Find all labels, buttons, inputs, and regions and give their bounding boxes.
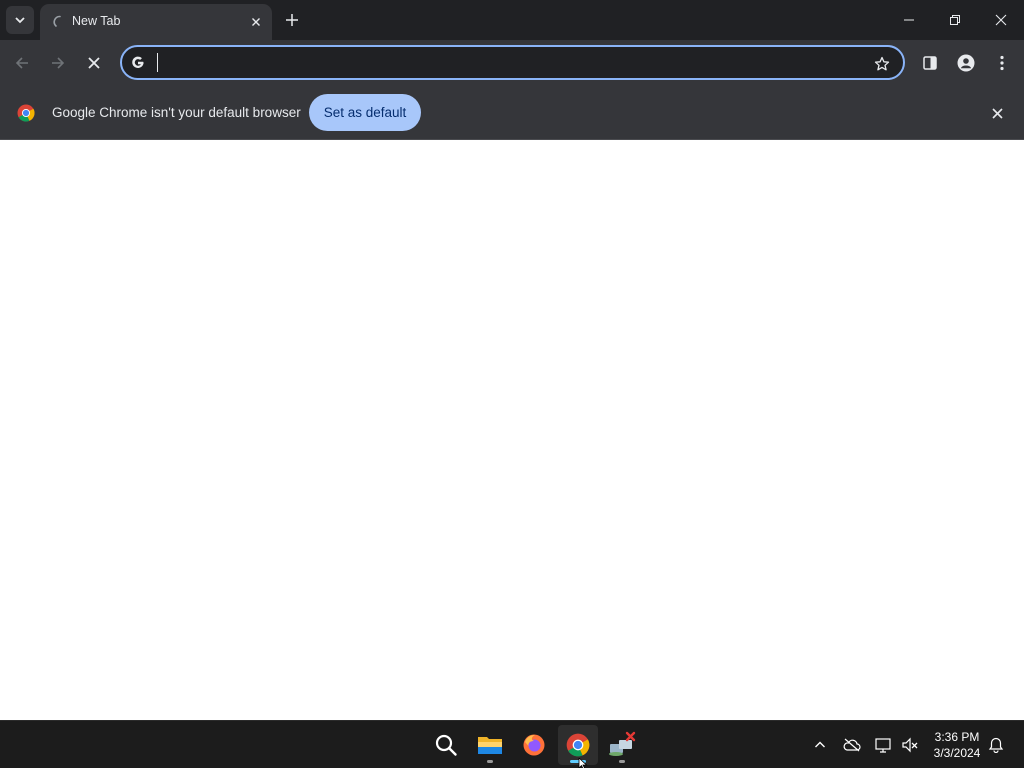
browser-toolbar: [0, 40, 1024, 86]
taskbar-file-explorer[interactable]: [470, 725, 510, 765]
search-icon: [435, 734, 457, 756]
loading-spinner-icon: [53, 15, 61, 27]
desktop-screen: New Tab Google Chrome isn't your default…: [0, 0, 1024, 768]
network-app-icon: [609, 731, 636, 756]
page-content: [0, 141, 1024, 720]
close-icon: [991, 107, 1003, 119]
plus-icon: [286, 14, 298, 26]
arrow-left-icon: [15, 57, 28, 69]
forward-button[interactable]: [42, 47, 74, 79]
google-g-icon: [129, 54, 147, 72]
volume-tray[interactable]: [898, 733, 922, 757]
stop-icon: [88, 57, 100, 69]
taskbar-search[interactable]: [426, 725, 466, 765]
chrome-icon: [566, 733, 590, 757]
side-panel-icon: [923, 56, 937, 70]
default-browser-infobar: Google Chrome isn't your default browser…: [0, 86, 1024, 140]
side-panel-button[interactable]: [914, 47, 946, 79]
clock-date: 3/3/2024: [933, 746, 981, 760]
volume-muted-icon: [902, 737, 918, 753]
minimize-button[interactable]: [886, 0, 932, 40]
text-caret: [157, 53, 158, 72]
chevron-up-icon: [815, 741, 825, 748]
chrome-menu-button[interactable]: [986, 47, 1018, 79]
running-indicator: [487, 760, 493, 763]
taskbar: 3:36 PM 3/3/2024: [0, 720, 1024, 768]
chevron-down-icon: [15, 17, 25, 24]
profile-button[interactable]: [950, 47, 982, 79]
infobar-close-button[interactable]: [986, 102, 1008, 124]
stop-loading-button[interactable]: [78, 47, 110, 79]
close-icon: [252, 18, 260, 26]
notifications-button[interactable]: [984, 733, 1008, 757]
kebab-menu-icon: [1000, 55, 1004, 71]
tab-title: New Tab: [72, 14, 121, 28]
restore-button[interactable]: [932, 0, 978, 40]
person-icon: [957, 54, 975, 72]
arrow-right-icon: [52, 57, 65, 69]
tab-close-button[interactable]: [246, 12, 266, 32]
bell-icon: [988, 737, 1004, 753]
star-icon: [874, 56, 890, 71]
omnibox[interactable]: [120, 45, 905, 80]
omnibox-input[interactable]: [156, 51, 856, 74]
clock-time: 3:36 PM: [934, 730, 980, 744]
mouse-cursor-icon: [578, 758, 588, 768]
minimize-icon: [904, 19, 914, 21]
new-tab-button[interactable]: [280, 8, 304, 32]
onedrive-offline-icon: [843, 738, 861, 752]
bookmark-button[interactable]: [869, 51, 895, 77]
show-hidden-icons-button[interactable]: [808, 733, 832, 757]
firefox-icon: [523, 734, 545, 756]
taskbar-network-app[interactable]: [602, 725, 642, 765]
close-window-button[interactable]: [978, 0, 1024, 40]
close-icon: [995, 14, 1007, 26]
infobar-message: Google Chrome isn't your default browser: [52, 105, 301, 120]
taskbar-clock[interactable]: 3:36 PM 3/3/2024: [926, 729, 988, 761]
network-tray[interactable]: [872, 733, 896, 757]
network-icon: [875, 738, 891, 753]
taskbar-firefox[interactable]: [514, 725, 554, 765]
tab-search-button[interactable]: [6, 6, 34, 34]
restore-icon: [950, 15, 960, 25]
chrome-logo-icon: [17, 104, 35, 122]
running-indicator: [619, 760, 625, 763]
back-button[interactable]: [6, 47, 38, 79]
folder-icon: [478, 737, 502, 754]
onedrive-tray[interactable]: [840, 733, 864, 757]
tab-new-tab[interactable]: New Tab: [40, 4, 272, 40]
tab-strip: New Tab: [0, 0, 1024, 40]
set-as-default-button[interactable]: Set as default: [309, 94, 421, 131]
